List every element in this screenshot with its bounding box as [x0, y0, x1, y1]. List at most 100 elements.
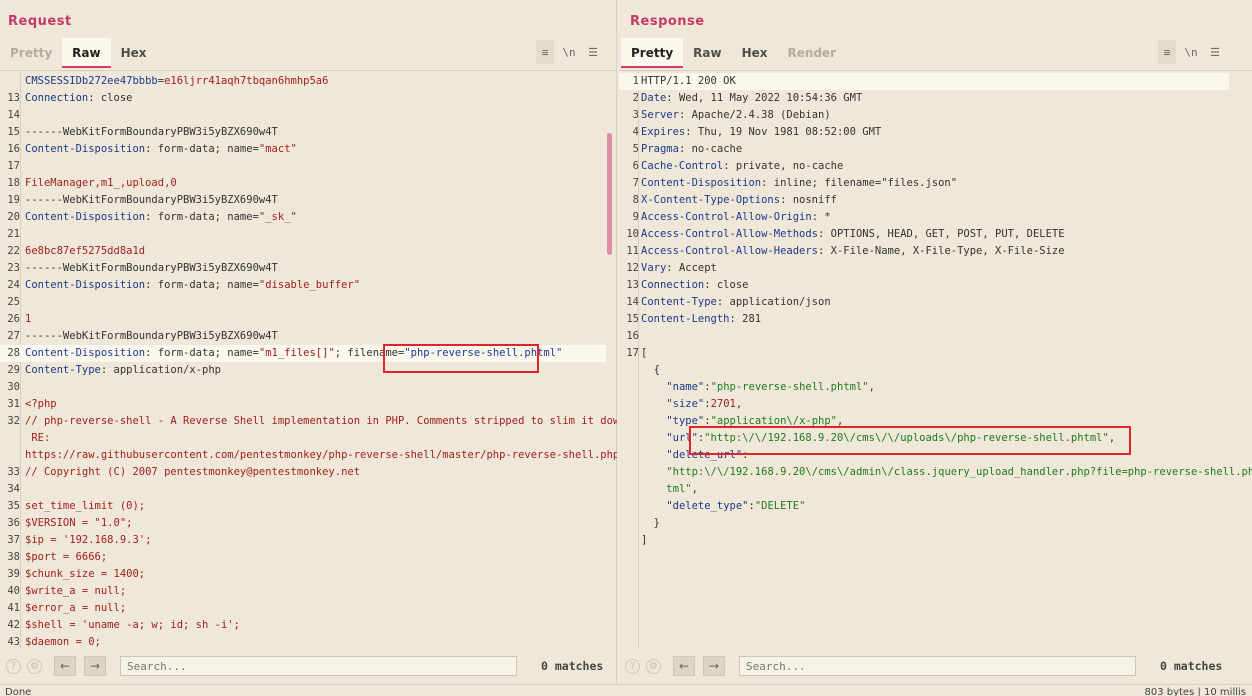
request-code-line: 23 ------WebKitFormBoundaryPBW3i5yBZX690w…: [0, 260, 606, 277]
line-number: 27: [7, 330, 20, 342]
token: "http:\/\/192.168.9.20\/cms\/admin\/clas…: [666, 466, 1252, 478]
line-number: 1: [632, 75, 639, 87]
settings-icon[interactable]: ⚙: [646, 658, 661, 674]
line-text: RE:: [25, 430, 50, 447]
token: Content-Disposition: [641, 177, 762, 189]
request-scrollbar[interactable]: [607, 133, 612, 255]
newline-icon[interactable]: \n: [1182, 40, 1200, 64]
response-code-line: tml",: [619, 481, 1229, 498]
line-number: 28: [7, 347, 20, 359]
line-text: }: [641, 515, 660, 532]
response-code-line: 6 Cache-Control: private, no-cache: [619, 158, 1229, 175]
token: set_time_limit (0);: [25, 500, 146, 512]
help-icon[interactable]: ?: [625, 658, 640, 674]
wrap-icon[interactable]: ≡: [1158, 40, 1176, 64]
request-code-line: 14: [0, 107, 606, 124]
back-arrow-icon[interactable]: ←: [673, 656, 695, 676]
token: }: [641, 517, 660, 529]
token: ,: [868, 381, 875, 393]
line-number: 16: [7, 143, 20, 155]
request-tab-hex[interactable]: Hex: [111, 38, 157, 68]
response-tab-raw[interactable]: Raw: [683, 38, 731, 68]
line-text: Vary: Accept: [641, 260, 717, 277]
response-tab-hex[interactable]: Hex: [732, 38, 778, 68]
line-text: ------WebKitFormBoundaryPBW3i5yBZX690w4T: [25, 124, 278, 141]
line-text: ------WebKitFormBoundaryPBW3i5yBZX690w4T: [25, 328, 278, 345]
response-code-line: 4 Expires: Thu, 19 Nov 1981 08:52:00 GMT: [619, 124, 1229, 141]
token: 1: [25, 313, 32, 325]
request-tools: ≡ \n ☰: [536, 40, 602, 64]
token: Content-Disposition: [25, 279, 146, 291]
response-code-line: 10 Access-Control-Allow-Methods: OPTIONS,…: [619, 226, 1229, 243]
token: Content-Type: [25, 364, 101, 376]
newline-icon[interactable]: \n: [560, 40, 578, 64]
request-code-line: 21: [0, 226, 606, 243]
token: "name": [666, 381, 705, 393]
token: $chunk_size = 1400;: [25, 568, 146, 580]
status-bar: Done 803 bytes | 10 millis: [0, 684, 1252, 696]
filename-highlight-box: [383, 344, 539, 373]
response-tools: ≡ \n ☰: [1158, 40, 1224, 64]
line-number: 29: [7, 364, 20, 376]
line-text: // Copyright (C) 2007 pentestmonkey@pent…: [25, 464, 360, 481]
back-arrow-icon[interactable]: ←: [54, 656, 76, 676]
wrap-icon[interactable]: ≡: [536, 40, 554, 64]
request-tab-pretty[interactable]: Pretty: [0, 38, 62, 68]
line-text: Content-Disposition: form-data; name="di…: [25, 277, 360, 294]
response-search-input[interactable]: [739, 656, 1136, 676]
response-tab-render[interactable]: Render: [778, 38, 847, 68]
help-icon[interactable]: ?: [6, 658, 21, 674]
token: $write_a = null;: [25, 585, 127, 597]
token: Connection: [25, 92, 89, 104]
line-text: CMSSESSIDb272ee47bbbb=e16ljrr41aqh7tbqan…: [25, 73, 328, 90]
line-number: 19: [7, 194, 20, 206]
request-code-line: 20 Content-Disposition: form-data; name="…: [0, 209, 606, 226]
response-code-line: {: [619, 362, 1229, 379]
line-number: 14: [626, 296, 639, 308]
request-search-input[interactable]: [120, 656, 517, 676]
line-number: 20: [7, 211, 20, 223]
response-code-line: 1 HTTP/1.1 200 OK: [619, 73, 1229, 90]
response-matches: 0 matches: [1160, 659, 1223, 673]
menu-icon[interactable]: ☰: [584, 40, 602, 64]
line-text: X-Content-Type-Options: nosniff: [641, 192, 837, 209]
token: : Apache/2.4.38 (Debian): [678, 109, 831, 121]
forward-arrow-icon[interactable]: →: [703, 656, 725, 676]
token: Vary: [641, 262, 667, 274]
response-code-line: 12 Vary: Accept: [619, 260, 1229, 277]
response-code-line: 11 Access-Control-Allow-Headers: X-File-N…: [619, 243, 1229, 260]
status-right: 803 bytes | 10 millis: [1144, 687, 1246, 696]
line-text: Access-Control-Allow-Origin: *: [641, 209, 831, 226]
line-text: Access-Control-Allow-Headers: X-File-Nam…: [641, 243, 1065, 260]
token: Server: [641, 109, 679, 121]
line-text: Connection: close: [641, 277, 748, 294]
token: {: [641, 364, 660, 376]
response-code-line: "delete_type":"DELETE": [619, 498, 1229, 515]
line-text: HTTP/1.1 200 OK: [641, 73, 736, 90]
token: <?php: [25, 398, 57, 410]
line-text: $chunk_size = 1400;: [25, 566, 145, 583]
menu-icon[interactable]: ☰: [1206, 40, 1224, 64]
token: : 281: [729, 313, 762, 325]
line-number: 10: [626, 228, 639, 240]
settings-icon[interactable]: ⚙: [27, 658, 42, 674]
request-tab-raw[interactable]: Raw: [62, 38, 111, 68]
line-number: 33: [7, 466, 20, 478]
response-pane: Response Pretty Raw Hex Render ≡ \n ☰ 1 HTTP…: [619, 0, 1252, 684]
forward-arrow-icon[interactable]: →: [84, 656, 106, 676]
token: CMSSESSIDb272ee47bbbb: [25, 75, 158, 87]
token: "size": [666, 398, 705, 410]
response-tab-pretty[interactable]: Pretty: [621, 38, 684, 68]
line-text: $daemon = 0;: [25, 634, 101, 648]
line-number: 21: [7, 228, 20, 240]
line-number: 15: [626, 313, 639, 325]
response-search-bar: ? ⚙ ← → 0 matches: [619, 652, 1222, 680]
response-editor[interactable]: 1 HTTP/1.1 200 OK 2 Date: Wed, 11 May 2022 …: [619, 70, 1252, 648]
status-left: Done: [5, 687, 32, 696]
line-number: 17: [7, 160, 20, 172]
line-text: Content-Disposition: inline; filename="f…: [641, 175, 957, 192]
token: ]: [641, 534, 648, 546]
